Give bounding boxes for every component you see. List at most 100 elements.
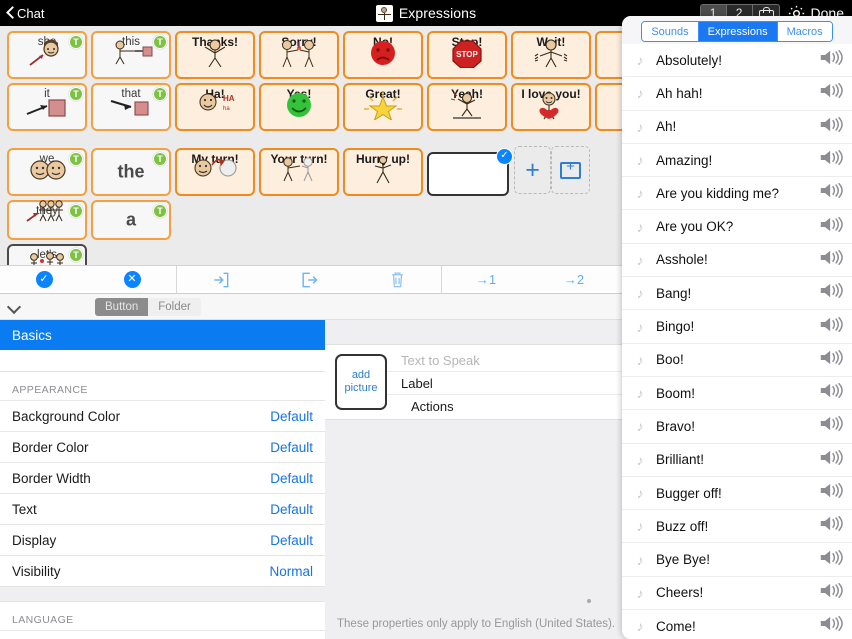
sound-list-item[interactable]: ♪ Are you kidding me? <box>622 177 852 211</box>
board-button-wait[interactable]: Wait! <box>511 31 591 79</box>
sound-list-item[interactable]: ♪ Cheers! <box>622 576 852 611</box>
import-button[interactable] <box>177 266 265 293</box>
row-border-width[interactable]: Border Width Default <box>0 462 325 493</box>
speaker-icon <box>820 615 843 632</box>
row-value: Default <box>270 532 313 548</box>
play-sound-button[interactable] <box>818 249 844 271</box>
sound-list-item[interactable]: ♪ Buzz off! <box>622 510 852 544</box>
play-sound-button[interactable] <box>818 382 844 404</box>
sound-list[interactable]: ♪ Absolutely! ♪ Ah hah! ♪ Ah! ♪ Amazing! ♪ Are yo… <box>622 44 852 639</box>
speaker-icon <box>820 116 843 132</box>
sound-list-item[interactable]: ♪ Asshole! <box>622 243 852 278</box>
play-sound-button[interactable] <box>818 49 844 71</box>
board-button-no[interactable]: No! <box>343 31 423 79</box>
play-sound-button[interactable] <box>818 582 844 604</box>
sound-list-item[interactable]: ♪ Ah! <box>622 110 852 144</box>
play-sound-button[interactable] <box>818 515 844 537</box>
board-button-it[interactable]: it T <box>7 83 87 131</box>
chevron-down-icon[interactable] <box>8 300 21 313</box>
sound-list-item[interactable]: ♪ Bang! <box>622 277 852 311</box>
back-to-chat-button[interactable]: Chat <box>0 6 44 21</box>
sound-list-item[interactable]: ♪ Bingo! <box>622 310 852 344</box>
board-button-i-love-you[interactable]: I love you! <box>511 83 591 131</box>
row-visibility[interactable]: Visibility Normal <box>0 555 325 586</box>
row-background-color[interactable]: Background Color Default <box>0 400 325 431</box>
play-sound-button[interactable] <box>818 482 844 504</box>
board-button-a[interactable]: T a <box>91 200 171 240</box>
board-button-yes[interactable]: Yes! <box>259 83 339 131</box>
sound-list-item[interactable]: ♪ Bugger off! <box>622 476 852 511</box>
delete-button[interactable] <box>353 266 441 293</box>
board-button-stop[interactable]: Stop! STOP <box>427 31 507 79</box>
play-sound-button[interactable] <box>818 149 844 171</box>
symbol-art-this <box>93 38 169 74</box>
type-toggle[interactable]: Button Folder <box>95 298 201 316</box>
speaker-icon <box>820 216 843 232</box>
add-folder-button[interactable] <box>551 146 590 194</box>
sound-label: Are you OK? <box>656 219 734 235</box>
play-sound-button[interactable] <box>818 449 844 471</box>
play-sound-button[interactable] <box>818 282 844 304</box>
sound-list-item[interactable]: ♪ Boom! <box>622 376 852 411</box>
play-sound-button[interactable] <box>818 615 844 637</box>
row-text[interactable]: Text Default <box>0 493 325 524</box>
board-button-ha[interactable]: Ha! HA ha <box>175 83 255 131</box>
board-button-this[interactable]: this T <box>91 31 171 79</box>
board-button-my-turn[interactable]: My turn! <box>175 148 255 196</box>
section-basics[interactable]: Basics <box>0 320 325 350</box>
import-icon <box>214 272 229 287</box>
board-button-hurry-up[interactable]: Hurry up! <box>343 148 423 196</box>
sound-list-item[interactable]: ♪ Bravo! <box>622 410 852 444</box>
export-button[interactable] <box>265 266 353 293</box>
speaker-icon <box>820 416 843 432</box>
tab-sounds[interactable]: Sounds <box>642 22 699 41</box>
add-button[interactable]: + <box>514 146 551 194</box>
sound-list-item[interactable]: ♪ Are you OK? <box>622 210 852 244</box>
board-button-selected-empty[interactable]: ✓ <box>427 148 513 196</box>
popup-tabs[interactable]: Sounds Expressions Macros <box>641 21 833 42</box>
sound-label: Boom! <box>656 385 696 401</box>
speaker-icon <box>820 249 843 266</box>
play-sound-button[interactable] <box>818 182 844 204</box>
row-border-color[interactable]: Border Color Default <box>0 431 325 462</box>
row-display[interactable]: Display Default <box>0 524 325 555</box>
sound-list-item[interactable]: ♪ Ah hah! <box>622 77 852 111</box>
play-sound-button[interactable] <box>818 82 844 104</box>
sound-list-item[interactable]: ♪ Brilliant! <box>622 443 852 477</box>
select-all-button[interactable]: ✓ <box>0 266 88 293</box>
deselect-all-button[interactable]: ✕ <box>88 266 176 293</box>
board-button-your-turn[interactable]: Your turn! <box>259 148 339 196</box>
sound-list-item[interactable]: ♪ Come! <box>622 610 852 639</box>
sound-list-item[interactable]: ♪ Absolutely! <box>622 44 852 78</box>
sound-list-item[interactable]: ♪ Boo! <box>622 343 852 377</box>
play-sound-button[interactable] <box>818 316 844 338</box>
board-button-that[interactable]: that T <box>91 83 171 131</box>
play-sound-button[interactable] <box>818 549 844 571</box>
section-header-language: LANGUAGE <box>12 614 74 626</box>
play-sound-button[interactable] <box>818 349 844 371</box>
board-button-yeah[interactable]: Yeah! <box>427 83 507 131</box>
music-note-icon: ♪ <box>636 618 644 635</box>
move-to-page-1-button[interactable]: →1 <box>442 266 530 293</box>
speaker-icon <box>820 49 843 66</box>
board-button-great[interactable]: Great! <box>343 83 423 131</box>
row-speech[interactable]: Speech Default (Emilio (English)) <box>0 630 325 639</box>
board-button-thanks[interactable]: Thanks! <box>175 31 255 79</box>
tab-macros[interactable]: Macros <box>777 22 832 41</box>
board-button-sorry[interactable]: Sorry! <box>259 31 339 79</box>
board-button-the[interactable]: T the <box>91 148 171 196</box>
move-to-page-2-button[interactable]: →2 <box>530 266 618 293</box>
play-sound-button[interactable] <box>818 116 844 138</box>
add-picture-button[interactable]: add picture <box>335 354 387 410</box>
sound-list-item[interactable]: ♪ Bye Bye! <box>622 543 852 577</box>
play-sound-button[interactable] <box>818 216 844 238</box>
speaker-icon <box>820 449 843 465</box>
board-button-we[interactable]: we T <box>7 148 87 196</box>
type-toggle-folder[interactable]: Folder <box>148 298 201 316</box>
type-toggle-button[interactable]: Button <box>95 298 149 316</box>
play-sound-button[interactable] <box>818 415 844 437</box>
board-button-they[interactable]: they T <box>7 200 87 240</box>
sound-list-item[interactable]: ♪ Amazing! <box>622 143 852 178</box>
board-button-she[interactable]: she T <box>7 31 87 79</box>
tab-expressions[interactable]: Expressions <box>698 22 778 41</box>
